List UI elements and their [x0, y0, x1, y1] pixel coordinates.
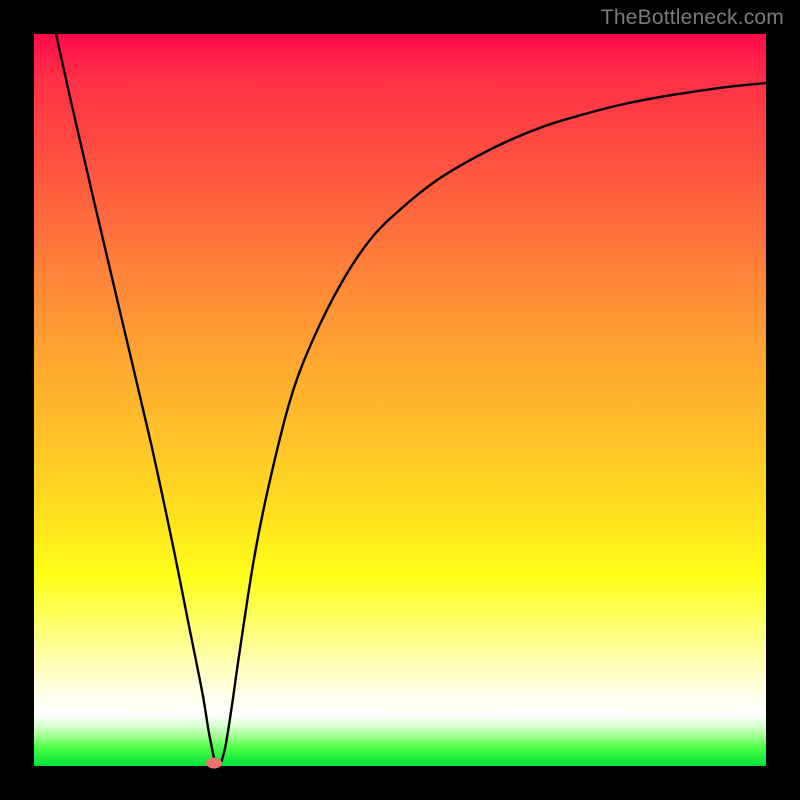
watermark-text: TheBottleneck.com — [601, 6, 784, 30]
curve-path — [56, 34, 766, 766]
plot-area — [34, 34, 766, 766]
optimal-point-marker — [206, 758, 222, 769]
bottleneck-curve — [34, 34, 766, 766]
chart-frame: TheBottleneck.com — [0, 0, 800, 800]
